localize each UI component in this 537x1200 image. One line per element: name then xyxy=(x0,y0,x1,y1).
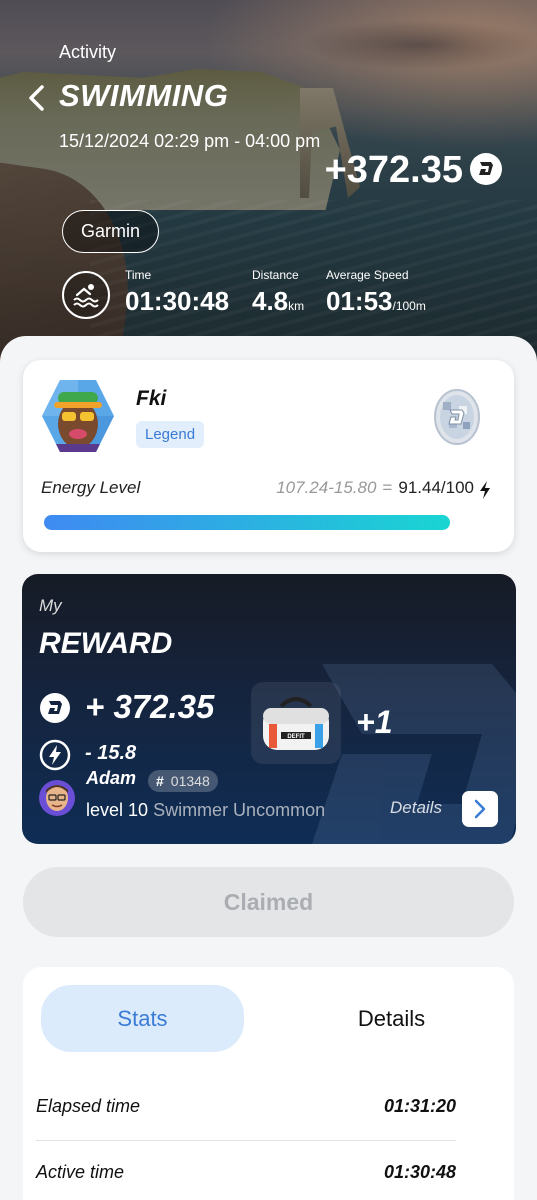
metric-label: Time xyxy=(125,268,152,282)
coin-icon xyxy=(40,693,70,723)
details-link[interactable]: Details xyxy=(390,798,442,818)
metric-value: 01:53/100m xyxy=(326,286,426,317)
tab-details[interactable]: Details xyxy=(290,985,493,1052)
reward-user-name: Adam xyxy=(86,768,137,788)
metric-value-number: 4.8 xyxy=(252,286,289,316)
energy-equals: = xyxy=(382,478,393,497)
tab-stats[interactable]: Stats xyxy=(41,985,244,1052)
stat-label: Active time xyxy=(36,1162,125,1182)
user-name: Fki xyxy=(136,387,167,410)
gym-bag-icon: DEFIT xyxy=(263,697,329,750)
metric-average-speed: Average Speed 01:53/100m xyxy=(326,268,426,317)
user-id: 01348 xyxy=(170,773,210,789)
reward-amount: + 372.35 xyxy=(85,688,215,725)
claimed-button[interactable]: Claimed xyxy=(23,867,514,937)
reward-my-label: My xyxy=(39,596,62,615)
reward-title: REWARD xyxy=(39,627,173,660)
metric-value: 01:30:48 xyxy=(125,286,230,316)
page-title: SWIMMING xyxy=(59,78,229,113)
metric-unit: /100m xyxy=(392,299,426,313)
details-arrow-button[interactable] xyxy=(462,791,498,827)
energy-calc: 107.24-15.80 xyxy=(276,478,377,497)
coin-icon xyxy=(470,153,502,185)
stat-row-elapsed: Elapsed time 01:31:20 xyxy=(36,1086,456,1126)
energy-bolt-icon xyxy=(39,739,71,771)
sneaker-nft-icon[interactable] xyxy=(433,388,481,446)
metric-distance: Distance 4.8km xyxy=(252,268,304,317)
level-text: level 10 xyxy=(86,800,149,820)
source-chip[interactable]: Garmin xyxy=(62,210,160,253)
user-id-badge: #01348 xyxy=(148,770,218,792)
hash-symbol: # xyxy=(156,773,164,789)
metric-value: 4.8km xyxy=(252,286,304,317)
metric-time: Time 01:30:48 xyxy=(125,268,229,317)
rank-badge: Legend xyxy=(136,421,205,448)
reward-card: My REWARD + 372.35 - 15.8 DEFIT +1 Adam … xyxy=(22,574,516,844)
section-label: Activity xyxy=(59,42,117,62)
bag-item[interactable]: DEFIT xyxy=(251,682,341,764)
energy-value: 107.24-15.80 = 91.44/100 xyxy=(276,478,474,498)
chevron-left-icon xyxy=(29,85,44,111)
stat-row-active: Active time 01:30:48 xyxy=(36,1152,456,1192)
item-count: +1 xyxy=(356,704,393,740)
avatar xyxy=(42,380,114,452)
stat-value: 01:31:20 xyxy=(383,1096,456,1116)
back-button[interactable] xyxy=(26,84,48,112)
level-tier: Swimmer Uncommon xyxy=(153,800,326,820)
avatar xyxy=(39,780,75,816)
metric-value-number: 01:53 xyxy=(326,286,393,316)
metric-label: Average Speed xyxy=(326,268,409,282)
bag-brand-label: DEFIT xyxy=(287,734,305,740)
metric-unit: km xyxy=(288,299,305,313)
swim-icon xyxy=(62,271,110,319)
reward-energy: - 15.8 xyxy=(85,742,137,764)
profile-card: Fki Legend Energy Level 107.24-15.80 = 91.… xyxy=(23,360,514,552)
energy-result: 91.44/100 xyxy=(398,478,474,497)
stat-value: 01:30:48 xyxy=(383,1162,456,1182)
earned-amount: +372.35 xyxy=(324,149,463,191)
bolt-icon xyxy=(480,481,490,499)
energy-label: Energy Level xyxy=(41,478,141,497)
user-level: level 10 Swimmer Uncommon xyxy=(86,800,325,821)
stat-label: Elapsed time xyxy=(36,1096,141,1116)
metric-label: Distance xyxy=(252,268,299,282)
energy-progress-bar xyxy=(44,515,450,530)
activity-datetime: 15/12/2024 02:29 pm - 04:00 pm xyxy=(59,131,321,151)
divider xyxy=(36,1140,456,1141)
chevron-right-icon xyxy=(474,799,486,819)
